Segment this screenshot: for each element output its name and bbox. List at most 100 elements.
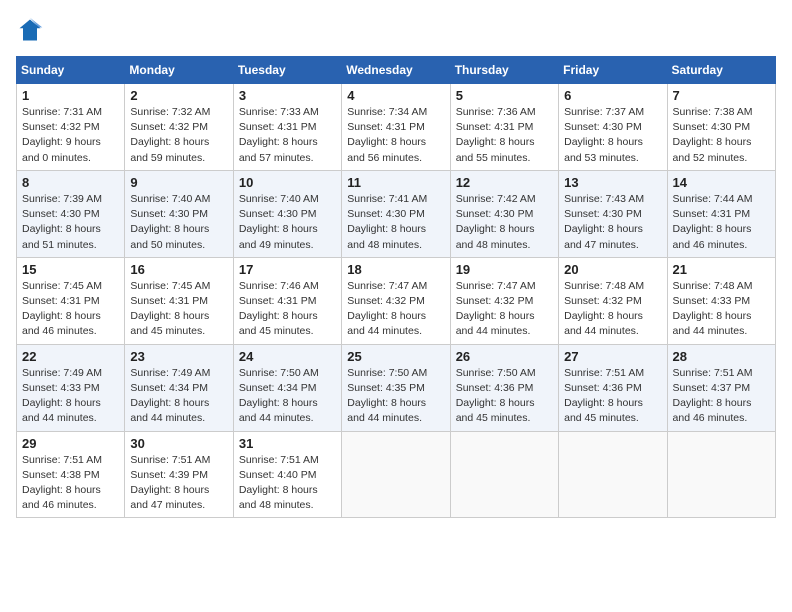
calendar-cell: 11 Sunrise: 7:41 AMSunset: 4:30 PMDayligh… <box>342 170 450 257</box>
day-info: Sunrise: 7:49 AMSunset: 4:33 PMDaylight:… <box>22 366 119 427</box>
calendar-cell: 23 Sunrise: 7:49 AMSunset: 4:34 PMDayligh… <box>125 344 233 431</box>
day-number: 17 <box>239 262 336 277</box>
calendar-cell: 27 Sunrise: 7:51 AMSunset: 4:36 PMDayligh… <box>559 344 667 431</box>
logo <box>16 16 48 44</box>
day-number: 18 <box>347 262 444 277</box>
day-number: 5 <box>456 88 553 103</box>
day-info: Sunrise: 7:45 AMSunset: 4:31 PMDaylight:… <box>130 279 227 340</box>
day-info: Sunrise: 7:41 AMSunset: 4:30 PMDaylight:… <box>347 192 444 253</box>
day-number: 2 <box>130 88 227 103</box>
day-info: Sunrise: 7:31 AMSunset: 4:32 PMDaylight:… <box>22 105 119 166</box>
day-info: Sunrise: 7:36 AMSunset: 4:31 PMDaylight:… <box>456 105 553 166</box>
calendar-cell: 15 Sunrise: 7:45 AMSunset: 4:31 PMDayligh… <box>17 257 125 344</box>
calendar-cell: 29Sunrise: 7:51 AMSunset: 4:38 PMDayligh… <box>17 431 125 518</box>
day-number: 27 <box>564 349 661 364</box>
day-info: Sunrise: 7:51 AMSunset: 4:38 PMDaylight:… <box>22 453 119 514</box>
day-number: 3 <box>239 88 336 103</box>
calendar-cell: 16 Sunrise: 7:45 AMSunset: 4:31 PMDayligh… <box>125 257 233 344</box>
calendar-cell: 25Sunrise: 7:50 AMSunset: 4:35 PMDayligh… <box>342 344 450 431</box>
day-info: Sunrise: 7:51 AMSunset: 4:36 PMDaylight:… <box>564 366 661 427</box>
calendar-cell: 4 Sunrise: 7:34 AMSunset: 4:31 PMDaylight… <box>342 84 450 171</box>
calendar-week-4: 22 Sunrise: 7:49 AMSunset: 4:33 PMDayligh… <box>17 344 776 431</box>
day-number: 8 <box>22 175 119 190</box>
day-info: Sunrise: 7:46 AMSunset: 4:31 PMDaylight:… <box>239 279 336 340</box>
calendar-cell: 22 Sunrise: 7:49 AMSunset: 4:33 PMDayligh… <box>17 344 125 431</box>
day-info: Sunrise: 7:51 AMSunset: 4:37 PMDaylight:… <box>673 366 770 427</box>
calendar-cell: 2Sunrise: 7:32 AMSunset: 4:32 PMDaylight… <box>125 84 233 171</box>
calendar-cell: 31 Sunrise: 7:51 AMSunset: 4:40 PMDayligh… <box>233 431 341 518</box>
day-info: Sunrise: 7:44 AMSunset: 4:31 PMDaylight:… <box>673 192 770 253</box>
calendar-cell: 28 Sunrise: 7:51 AMSunset: 4:37 PMDayligh… <box>667 344 775 431</box>
day-number: 31 <box>239 436 336 451</box>
calendar-cell: 17 Sunrise: 7:46 AMSunset: 4:31 PMDayligh… <box>233 257 341 344</box>
day-number: 19 <box>456 262 553 277</box>
day-number: 30 <box>130 436 227 451</box>
calendar-cell: 24Sunrise: 7:50 AMSunset: 4:34 PMDayligh… <box>233 344 341 431</box>
day-number: 12 <box>456 175 553 190</box>
day-number: 16 <box>130 262 227 277</box>
day-info: Sunrise: 7:51 AMSunset: 4:39 PMDaylight:… <box>130 453 227 514</box>
day-info: Sunrise: 7:48 AMSunset: 4:33 PMDaylight:… <box>673 279 770 340</box>
day-number: 23 <box>130 349 227 364</box>
calendar-cell: 3 Sunrise: 7:33 AMSunset: 4:31 PMDaylight… <box>233 84 341 171</box>
weekday-header-wednesday: Wednesday <box>342 57 450 84</box>
calendar-cell: 10 Sunrise: 7:40 AMSunset: 4:30 PMDayligh… <box>233 170 341 257</box>
day-info: Sunrise: 7:39 AMSunset: 4:30 PMDaylight:… <box>22 192 119 253</box>
calendar-cell: 12 Sunrise: 7:42 AMSunset: 4:30 PMDayligh… <box>450 170 558 257</box>
logo-icon <box>16 16 44 44</box>
calendar-week-3: 15 Sunrise: 7:45 AMSunset: 4:31 PMDayligh… <box>17 257 776 344</box>
calendar-cell <box>559 431 667 518</box>
day-number: 1 <box>22 88 119 103</box>
day-number: 4 <box>347 88 444 103</box>
page-header <box>16 16 776 44</box>
day-number: 15 <box>22 262 119 277</box>
calendar-cell: 14 Sunrise: 7:44 AMSunset: 4:31 PMDayligh… <box>667 170 775 257</box>
day-info: Sunrise: 7:37 AMSunset: 4:30 PMDaylight:… <box>564 105 661 166</box>
day-info: Sunrise: 7:38 AMSunset: 4:30 PMDaylight:… <box>673 105 770 166</box>
calendar-week-2: 8 Sunrise: 7:39 AMSunset: 4:30 PMDaylight… <box>17 170 776 257</box>
day-info: Sunrise: 7:47 AMSunset: 4:32 PMDaylight:… <box>456 279 553 340</box>
day-info: Sunrise: 7:33 AMSunset: 4:31 PMDaylight:… <box>239 105 336 166</box>
calendar-cell: 19 Sunrise: 7:47 AMSunset: 4:32 PMDayligh… <box>450 257 558 344</box>
weekday-header-friday: Friday <box>559 57 667 84</box>
day-number: 7 <box>673 88 770 103</box>
calendar-week-1: 1 Sunrise: 7:31 AMSunset: 4:32 PMDaylight… <box>17 84 776 171</box>
calendar-cell: 26Sunrise: 7:50 AMSunset: 4:36 PMDayligh… <box>450 344 558 431</box>
day-info: Sunrise: 7:50 AMSunset: 4:34 PMDaylight:… <box>239 366 336 427</box>
calendar-cell: 13 Sunrise: 7:43 AMSunset: 4:30 PMDayligh… <box>559 170 667 257</box>
day-info: Sunrise: 7:34 AMSunset: 4:31 PMDaylight:… <box>347 105 444 166</box>
calendar-cell: 6Sunrise: 7:37 AMSunset: 4:30 PMDaylight… <box>559 84 667 171</box>
day-number: 21 <box>673 262 770 277</box>
day-number: 14 <box>673 175 770 190</box>
day-info: Sunrise: 7:50 AMSunset: 4:36 PMDaylight:… <box>456 366 553 427</box>
weekday-header-thursday: Thursday <box>450 57 558 84</box>
day-info: Sunrise: 7:47 AMSunset: 4:32 PMDaylight:… <box>347 279 444 340</box>
day-info: Sunrise: 7:42 AMSunset: 4:30 PMDaylight:… <box>456 192 553 253</box>
day-number: 25 <box>347 349 444 364</box>
day-number: 10 <box>239 175 336 190</box>
day-number: 13 <box>564 175 661 190</box>
calendar-cell <box>450 431 558 518</box>
day-info: Sunrise: 7:40 AMSunset: 4:30 PMDaylight:… <box>130 192 227 253</box>
calendar-cell: 5 Sunrise: 7:36 AMSunset: 4:31 PMDaylight… <box>450 84 558 171</box>
day-number: 11 <box>347 175 444 190</box>
day-info: Sunrise: 7:51 AMSunset: 4:40 PMDaylight:… <box>239 453 336 514</box>
day-info: Sunrise: 7:40 AMSunset: 4:30 PMDaylight:… <box>239 192 336 253</box>
day-info: Sunrise: 7:45 AMSunset: 4:31 PMDaylight:… <box>22 279 119 340</box>
calendar-table: SundayMondayTuesdayWednesdayThursdayFrid… <box>16 56 776 518</box>
calendar-cell: 18 Sunrise: 7:47 AMSunset: 4:32 PMDayligh… <box>342 257 450 344</box>
day-number: 22 <box>22 349 119 364</box>
calendar-cell: 21 Sunrise: 7:48 AMSunset: 4:33 PMDayligh… <box>667 257 775 344</box>
day-number: 20 <box>564 262 661 277</box>
day-number: 9 <box>130 175 227 190</box>
calendar-cell: 8 Sunrise: 7:39 AMSunset: 4:30 PMDaylight… <box>17 170 125 257</box>
weekday-header-tuesday: Tuesday <box>233 57 341 84</box>
day-number: 28 <box>673 349 770 364</box>
calendar-cell <box>342 431 450 518</box>
calendar-cell: 1 Sunrise: 7:31 AMSunset: 4:32 PMDaylight… <box>17 84 125 171</box>
calendar-cell: 20Sunrise: 7:48 AMSunset: 4:32 PMDayligh… <box>559 257 667 344</box>
day-info: Sunrise: 7:43 AMSunset: 4:30 PMDaylight:… <box>564 192 661 253</box>
day-info: Sunrise: 7:49 AMSunset: 4:34 PMDaylight:… <box>130 366 227 427</box>
calendar-cell: 30 Sunrise: 7:51 AMSunset: 4:39 PMDayligh… <box>125 431 233 518</box>
calendar-cell: 7 Sunrise: 7:38 AMSunset: 4:30 PMDaylight… <box>667 84 775 171</box>
